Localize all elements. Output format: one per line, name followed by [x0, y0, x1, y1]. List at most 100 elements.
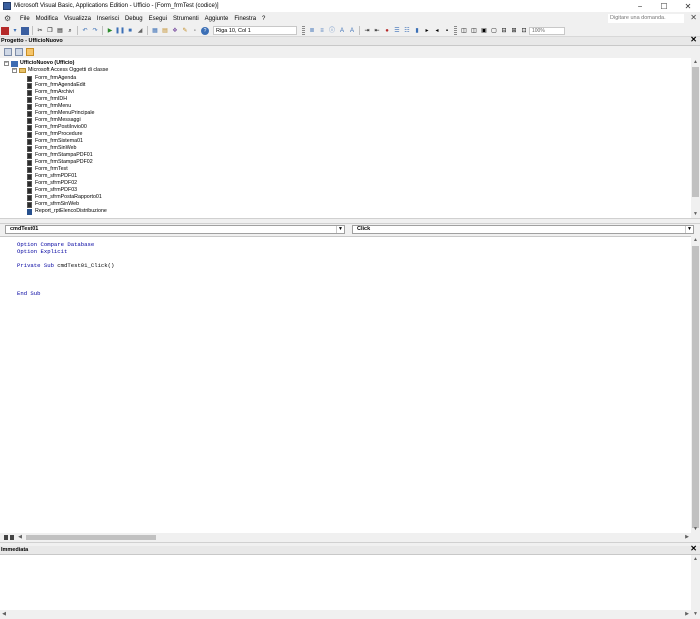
code-line[interactable]: Option Compare Database — [17, 241, 94, 248]
code-line[interactable]: Option Explicit — [17, 248, 67, 255]
properties-icon[interactable]: ▤ — [161, 27, 169, 35]
tree-item[interactable]: Form_frmIDH — [27, 96, 67, 103]
reset-icon[interactable]: ■ — [126, 27, 134, 35]
find-icon[interactable]: ⌕ — [66, 27, 74, 35]
immediate-window[interactable] — [0, 555, 691, 610]
clear-bookmarks-icon[interactable]: ▪ — [443, 27, 451, 35]
full-module-view-icon[interactable] — [10, 535, 14, 540]
collapse-icon[interactable]: − — [12, 68, 17, 73]
tree-item[interactable]: Form_frmStampaPDF01 — [27, 152, 93, 159]
paste-icon[interactable]: ▤ — [56, 27, 64, 35]
object-combo[interactable]: cmdTest01 ▼ — [5, 225, 345, 234]
extra-tool-icon[interactable]: ◦ — [191, 27, 199, 35]
ungroup-icon[interactable]: ▢ — [490, 27, 498, 35]
menu-strumenti[interactable]: Strumenti — [170, 16, 202, 22]
tree-item[interactable]: Form_sfrmPDF02 — [27, 180, 77, 187]
scroll-thumb[interactable] — [26, 535, 156, 540]
code-editor[interactable]: Option Compare Database Option Explicit Pr… — [0, 236, 691, 533]
procedure-combo[interactable]: Click ▼ — [352, 225, 694, 234]
pane-splitter[interactable] — [0, 218, 700, 224]
insert-icon[interactable]: ▾ — [11, 27, 19, 35]
next-bookmark-icon[interactable]: ▸ — [423, 27, 431, 35]
menu-inserisci[interactable]: Inserisci — [94, 16, 122, 22]
copy-icon[interactable]: ❐ — [46, 27, 54, 35]
project-explorer-icon[interactable]: ▦ — [151, 27, 159, 35]
align-icon[interactable]: ⊟ — [500, 27, 508, 35]
toolbox-icon[interactable]: ✎ — [181, 27, 189, 35]
tree-item[interactable]: Form_frmArchivi — [27, 89, 74, 96]
tree-item[interactable]: Form_sfrmSinWeb — [27, 201, 79, 208]
menu-help[interactable]: ? — [259, 16, 268, 22]
procedure-view-icon[interactable] — [4, 535, 8, 540]
redo-icon[interactable]: ↷ — [91, 27, 99, 35]
indent-icon[interactable]: ⇥ — [363, 27, 371, 35]
immediate-vscroll[interactable]: ▲ ▼ — [691, 555, 700, 618]
make-same-size-icon[interactable]: ⊡ — [520, 27, 528, 35]
toggle-folders-icon[interactable] — [26, 48, 34, 56]
tree-item[interactable]: Form_frmPostiInvio00 — [27, 124, 87, 131]
comment-block-icon[interactable]: ☰ — [393, 27, 401, 35]
vba-menu-icon[interactable]: ⚙ — [4, 14, 14, 23]
code-line[interactable]: End Sub — [17, 290, 41, 297]
send-back-icon[interactable]: ◫ — [470, 27, 478, 35]
tree-item[interactable]: Form_sfrmPDF01 — [27, 173, 77, 180]
code-line[interactable]: Private Sub cmdTest01_Click() — [17, 262, 114, 269]
menu-file[interactable]: File — [17, 16, 33, 22]
menu-debug[interactable]: Debug — [122, 16, 146, 22]
scroll-down-icon[interactable]: ▼ — [691, 210, 700, 218]
tree-item[interactable]: Form_frmMenuPrincipale — [27, 110, 94, 117]
bring-front-icon[interactable]: ◫ — [460, 27, 468, 35]
menu-esegui[interactable]: Esegui — [146, 16, 170, 22]
code-hscroll[interactable]: ◀ ▶ — [16, 533, 691, 542]
undo-icon[interactable]: ↶ — [81, 27, 89, 35]
code-vscroll[interactable]: ▲ ▼ — [691, 236, 700, 533]
tree-item[interactable]: Form_frmSistema01 — [27, 138, 83, 145]
close-icon[interactable]: ✕ — [676, 0, 700, 12]
tree-item[interactable]: Form_sfrmPostaRapporto01 — [27, 194, 102, 201]
document-close-icon[interactable]: ✕ — [690, 13, 697, 22]
chevron-down-icon[interactable]: ▼ — [336, 226, 344, 233]
tree-item[interactable]: Form_frmProcedure — [27, 131, 82, 138]
run-icon[interactable]: ▶ — [106, 27, 114, 35]
cut-icon[interactable]: ✂ — [36, 27, 44, 35]
scroll-up-icon[interactable]: ▲ — [691, 555, 700, 563]
tree-item[interactable]: Form_frmMessaggi — [27, 117, 81, 124]
tree-item[interactable]: Form_frmAgenda — [27, 75, 76, 82]
complete-word-icon[interactable]: A — [348, 27, 356, 35]
scroll-down-icon[interactable]: ▼ — [691, 610, 700, 618]
immediate-hscroll[interactable]: ◀ ▶ — [0, 610, 691, 618]
maximize-icon[interactable]: ☐ — [652, 0, 676, 12]
scroll-left-icon[interactable]: ◀ — [16, 533, 24, 542]
ask-question-input[interactable]: Digitare una domanda. — [608, 14, 684, 23]
scroll-thumb[interactable] — [692, 67, 699, 197]
menu-modifica[interactable]: Modifica — [33, 16, 61, 22]
group-icon[interactable]: ▣ — [480, 27, 488, 35]
tree-item[interactable]: Form_frmStampaPDF02 — [27, 159, 93, 166]
zoom-select[interactable]: 100% — [529, 26, 565, 35]
uncomment-block-icon[interactable]: ☷ — [403, 27, 411, 35]
tree-item[interactable]: Form_frmAgendaEdit — [27, 82, 85, 89]
break-icon[interactable]: ❚❚ — [115, 27, 125, 35]
scroll-right-icon[interactable]: ▶ — [683, 533, 691, 542]
toggle-breakpoint-icon[interactable]: ● — [383, 27, 391, 35]
toggle-bookmark-icon[interactable]: ▮ — [413, 27, 421, 35]
menu-finestra[interactable]: Finestra — [231, 16, 259, 22]
previous-bookmark-icon[interactable]: ◂ — [433, 27, 441, 35]
access-icon[interactable] — [1, 26, 9, 35]
parameter-info-icon[interactable]: A — [338, 27, 346, 35]
save-icon[interactable] — [21, 26, 29, 35]
view-object-icon[interactable] — [15, 48, 23, 56]
design-mode-icon[interactable]: ◢ — [136, 27, 144, 35]
collapse-icon[interactable]: − — [4, 61, 9, 66]
menu-visualizza[interactable]: Visualizza — [61, 16, 94, 22]
list-properties-icon[interactable]: ≣ — [308, 27, 316, 35]
center-icon[interactable]: ⊞ — [510, 27, 518, 35]
scroll-down-icon[interactable]: ▼ — [691, 525, 700, 533]
quick-info-icon[interactable]: ⓘ — [328, 27, 336, 35]
tree-item[interactable]: Form_frmMenu — [27, 103, 71, 110]
outdent-icon[interactable]: ⇤ — [373, 27, 381, 35]
minimize-icon[interactable]: − — [628, 0, 652, 12]
object-browser-icon[interactable]: ❖ — [171, 27, 179, 35]
view-code-icon[interactable] — [4, 48, 12, 56]
project-panel-close-icon[interactable]: ✕ — [690, 36, 697, 44]
